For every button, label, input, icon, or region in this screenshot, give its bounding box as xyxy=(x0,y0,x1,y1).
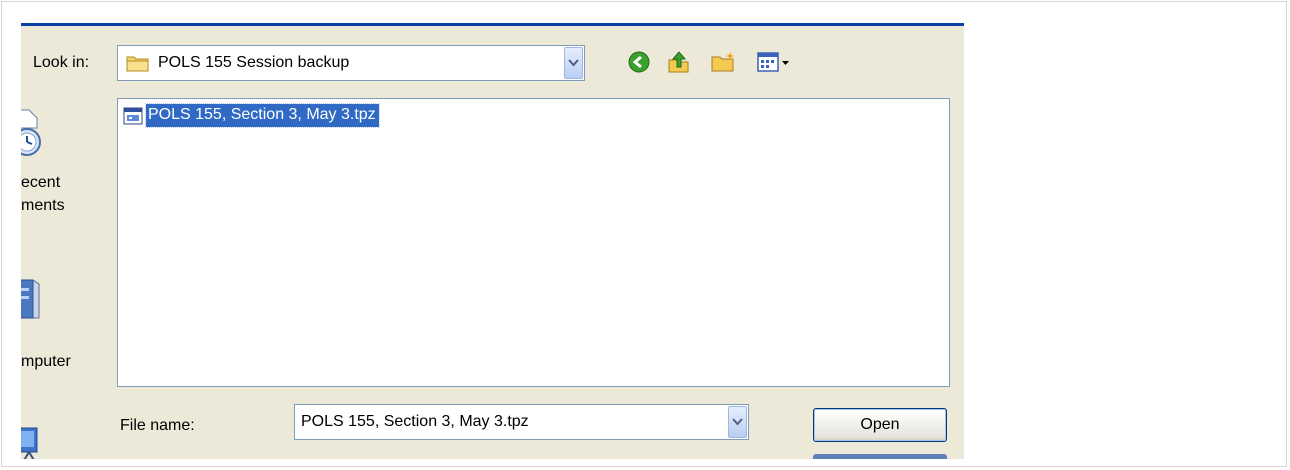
file-name-value[interactable]: POLS 155, Section 3, May 3.tpz xyxy=(301,413,529,431)
places-label-line2: ments xyxy=(21,197,65,214)
file-name-dropdown-button[interactable] xyxy=(728,406,747,438)
new-folder-icon xyxy=(711,52,734,72)
folder-icon xyxy=(126,54,150,77)
open-file-dialog: Look in: POLS 155 Session backup ecent m… xyxy=(21,23,964,459)
places-label-line1: ecent xyxy=(21,174,61,191)
back-icon xyxy=(628,51,650,73)
list-item[interactable]: POLS 155, Section 3, May 3.tpz xyxy=(122,103,380,128)
chevron-down-icon xyxy=(568,59,579,67)
places-recent-documents[interactable]: ecent ments xyxy=(21,98,111,238)
look-in-label: Look in: xyxy=(33,54,90,71)
my-computer-icon xyxy=(21,276,41,327)
create-new-folder-button[interactable] xyxy=(711,49,737,75)
file-name-text: POLS 155, Section 3, May 3.tpz xyxy=(145,103,380,128)
chevron-down-icon xyxy=(732,418,743,426)
view-menu-button[interactable] xyxy=(755,49,795,75)
file-list[interactable]: POLS 155, Section 3, May 3.tpz xyxy=(117,98,950,387)
back-button[interactable] xyxy=(626,49,652,75)
places-label: mputer xyxy=(21,353,71,370)
open-button[interactable]: Open xyxy=(813,408,947,442)
places-my-computer[interactable]: mputer xyxy=(21,238,111,370)
places-bar: ecent ments mputer xyxy=(21,98,111,459)
screenshot-frame: Look in: POLS 155 Session backup ecent m… xyxy=(1,1,1287,467)
places-network[interactable] xyxy=(21,398,111,459)
recent-documents-icon xyxy=(21,106,45,163)
look-in-combo[interactable]: POLS 155 Session backup xyxy=(117,45,585,81)
cancel-button[interactable] xyxy=(813,454,947,459)
file-name-label: File name: xyxy=(120,417,195,434)
up-folder-icon xyxy=(668,51,689,73)
view-menu-icon xyxy=(757,52,789,72)
tpz-file-icon xyxy=(122,105,144,127)
network-places-icon xyxy=(21,426,43,459)
look-in-dropdown-button[interactable] xyxy=(564,47,583,79)
look-in-value: POLS 155 Session backup xyxy=(158,54,350,71)
up-one-level-button[interactable] xyxy=(666,49,692,75)
file-name-combo[interactable]: POLS 155, Section 3, May 3.tpz xyxy=(294,404,749,440)
